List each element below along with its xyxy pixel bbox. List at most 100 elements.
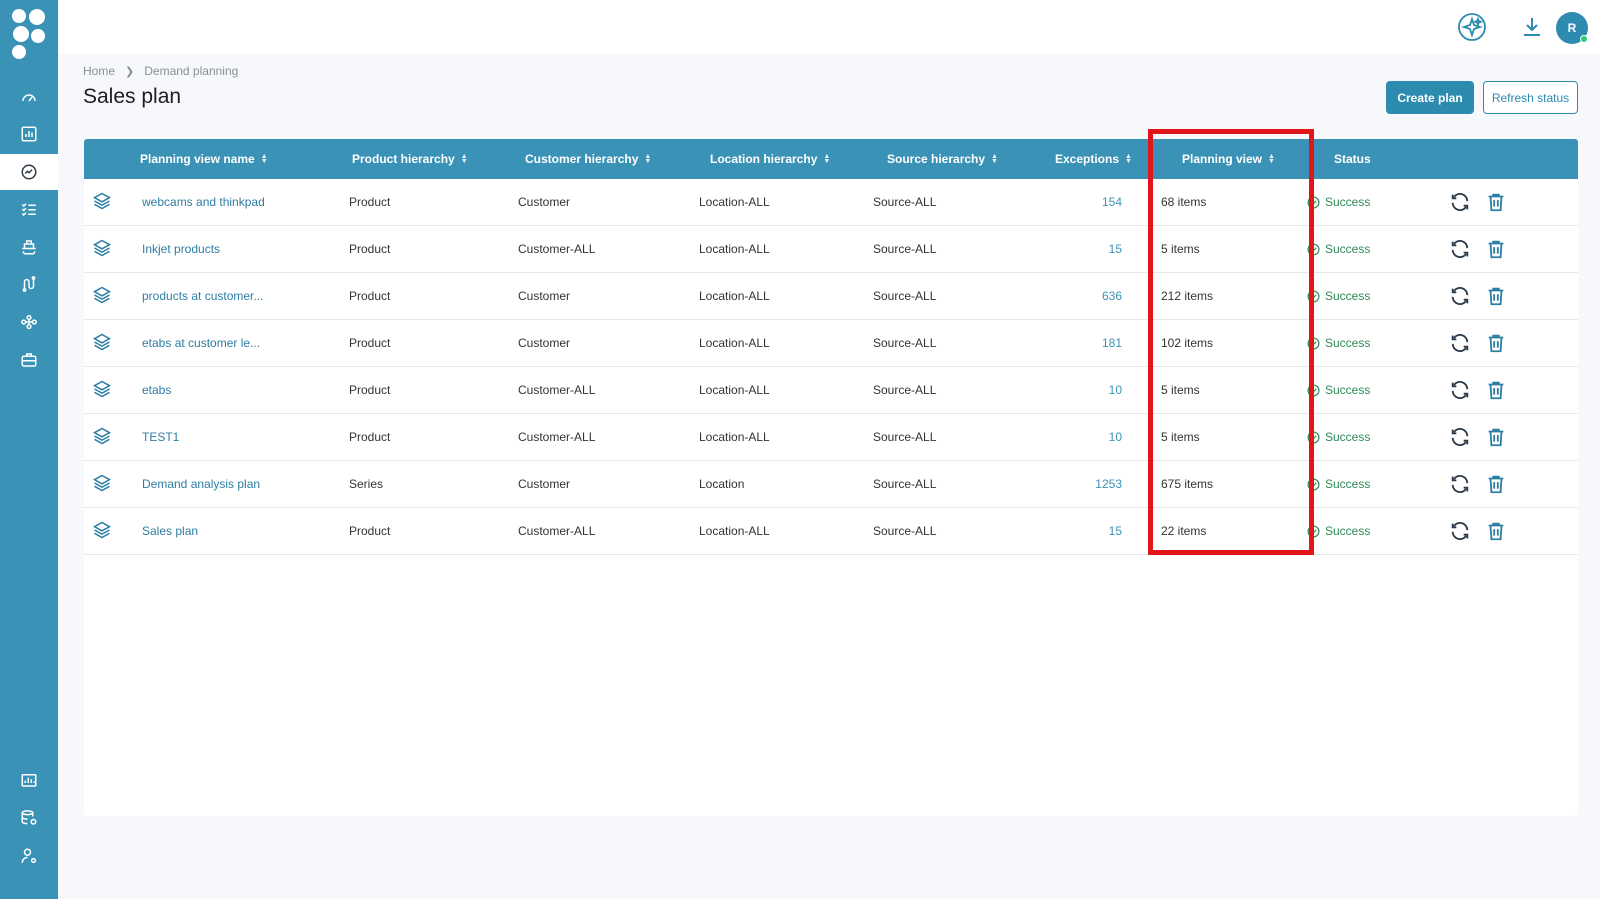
- column-header-planning-view[interactable]: Planning view ▲ ▼: [1182, 139, 1275, 179]
- refresh-icon[interactable]: [1449, 191, 1471, 213]
- exceptions-count-link[interactable]: 181: [1052, 320, 1122, 366]
- sidebar-item-demand-planning[interactable]: [0, 154, 58, 190]
- sidebar-item-user-settings[interactable]: [0, 838, 58, 874]
- ai-assistant-button[interactable]: [1456, 11, 1488, 43]
- planning-view-name-link[interactable]: Demand analysis plan: [142, 461, 260, 507]
- planning-view-name-link[interactable]: TEST1: [142, 414, 179, 460]
- table-row[interactable]: Demand analysis plan Series Customer Locati…: [84, 461, 1578, 508]
- breadcrumb: Home ❯ Demand planning: [83, 64, 238, 78]
- breadcrumb-current[interactable]: Demand planning: [144, 64, 238, 78]
- sidebar-item-network[interactable]: [0, 304, 58, 340]
- refresh-icon[interactable]: [1449, 426, 1471, 448]
- column-header-name[interactable]: Planning view name ▲ ▼: [140, 139, 268, 179]
- sparkle-icon: [1458, 13, 1486, 41]
- product-hierarchy-cell: Product: [349, 336, 391, 350]
- exceptions-count-link[interactable]: 15: [1052, 226, 1122, 272]
- refresh-icon[interactable]: [1449, 520, 1471, 542]
- product-hierarchy-cell: Product: [349, 289, 391, 303]
- trash-icon[interactable]: [1485, 520, 1507, 542]
- location-hierarchy-cell: Location-ALL: [699, 430, 770, 444]
- exceptions-count-link[interactable]: 10: [1052, 414, 1122, 460]
- customer-hierarchy-cell: Customer-ALL: [518, 430, 596, 444]
- customer-hierarchy-cell: Customer: [518, 289, 571, 303]
- trash-icon[interactable]: [1485, 473, 1507, 495]
- refresh-status-button[interactable]: Refresh status: [1483, 81, 1578, 114]
- refresh-icon[interactable]: [1449, 473, 1471, 495]
- trash-icon[interactable]: [1485, 238, 1507, 260]
- trash-icon[interactable]: [1485, 426, 1507, 448]
- exceptions-count-link[interactable]: 154: [1052, 179, 1122, 225]
- source-hierarchy-cell: Source-ALL: [873, 289, 937, 303]
- trash-icon[interactable]: [1485, 191, 1507, 213]
- trash-icon[interactable]: [1485, 332, 1507, 354]
- sort-icon[interactable]: ▲ ▼: [1268, 153, 1275, 165]
- sort-icon[interactable]: ▲ ▼: [644, 153, 651, 165]
- sidebar-item-portfolio[interactable]: [0, 342, 58, 378]
- sidebar-item-dashboard[interactable]: [0, 80, 58, 116]
- column-header-customer[interactable]: Customer hierarchy ▲ ▼: [525, 139, 651, 179]
- top-bar: [58, 0, 1600, 54]
- status-text: Success: [1325, 242, 1371, 256]
- customer-hierarchy-cell: Customer: [518, 336, 571, 350]
- sidebar-item-tasks[interactable]: [0, 191, 58, 227]
- sidebar-item-routes[interactable]: [0, 266, 58, 302]
- product-hierarchy-cell: Series: [349, 477, 384, 491]
- trend-icon: [21, 164, 37, 180]
- location-hierarchy-cell: Location-ALL: [699, 289, 770, 303]
- breadcrumb-home[interactable]: Home: [83, 64, 115, 78]
- table-row[interactable]: etabs Product Customer-ALL Location-ALL Sour…: [84, 367, 1578, 414]
- planning-view-name-link[interactable]: products at customer...: [142, 273, 263, 319]
- refresh-icon[interactable]: [1449, 379, 1471, 401]
- sort-icon[interactable]: ▲ ▼: [823, 153, 830, 165]
- sidebar-item-shipping[interactable]: [0, 229, 58, 265]
- exceptions-count-link[interactable]: 10: [1052, 367, 1122, 413]
- download-button[interactable]: [1516, 11, 1548, 43]
- status-badge: Success: [1307, 320, 1370, 366]
- planning-view-name-link[interactable]: Sales plan: [142, 508, 198, 554]
- customer-hierarchy-cell: Customer-ALL: [518, 383, 596, 397]
- planning-view-items-cell: 68 items: [1161, 195, 1207, 209]
- create-plan-button[interactable]: Create plan: [1386, 81, 1474, 114]
- check-circle-icon: [1307, 477, 1320, 491]
- product-hierarchy-cell: Product: [349, 195, 391, 209]
- table-row[interactable]: Inkjet products Product Customer-ALL Locati…: [84, 226, 1578, 273]
- trash-icon[interactable]: [1485, 285, 1507, 307]
- refresh-icon[interactable]: [1449, 238, 1471, 260]
- sort-icon[interactable]: ▲ ▼: [991, 153, 998, 165]
- planning-view-name-link[interactable]: etabs: [142, 367, 171, 413]
- sort-icon[interactable]: ▲ ▼: [461, 153, 468, 165]
- status-text: Success: [1325, 336, 1371, 350]
- column-header-exceptions[interactable]: Exceptions ▲ ▼: [1055, 139, 1132, 179]
- table-row[interactable]: products at customer... Product Customer Lo…: [84, 273, 1578, 320]
- planning-view-name-link[interactable]: webcams and thinkpad: [142, 179, 265, 225]
- refresh-icon[interactable]: [1449, 285, 1471, 307]
- column-header-product[interactable]: Product hierarchy ▲ ▼: [352, 139, 468, 179]
- exceptions-count-link[interactable]: 636: [1052, 273, 1122, 319]
- product-hierarchy-cell: Product: [349, 383, 391, 397]
- table-row[interactable]: Sales plan Product Customer-ALL Location-AL…: [84, 508, 1578, 555]
- column-header-source[interactable]: Source hierarchy ▲ ▼: [887, 139, 998, 179]
- source-hierarchy-cell: Source-ALL: [873, 195, 937, 209]
- column-header-status: Status: [1334, 139, 1371, 179]
- speedometer-icon: [22, 94, 36, 102]
- trash-icon[interactable]: [1485, 379, 1507, 401]
- sidebar-item-data-settings[interactable]: [0, 800, 58, 836]
- refresh-icon[interactable]: [1449, 332, 1471, 354]
- sidebar-item-analytics[interactable]: [0, 116, 58, 152]
- exceptions-count-link[interactable]: 1253: [1052, 461, 1122, 507]
- sort-icon[interactable]: ▲ ▼: [261, 153, 268, 165]
- user-settings-icon: [21, 848, 37, 864]
- planning-view-name-link[interactable]: Inkjet products: [142, 226, 220, 272]
- table-row[interactable]: etabs at customer le... Product Customer Lo…: [84, 320, 1578, 367]
- sort-icon[interactable]: ▲ ▼: [1125, 153, 1132, 165]
- chevron-right-icon: ❯: [125, 65, 135, 78]
- table-row[interactable]: TEST1 Product Customer-ALL Location-ALL Sour…: [84, 414, 1578, 461]
- app-logo[interactable]: [10, 6, 48, 62]
- sidebar-item-reports[interactable]: [0, 762, 58, 798]
- layers-icon: [92, 333, 112, 351]
- table-row[interactable]: webcams and thinkpad Product Customer Locat…: [84, 179, 1578, 226]
- planning-view-name-link[interactable]: etabs at customer le...: [142, 320, 260, 366]
- product-hierarchy-cell: Product: [349, 524, 391, 538]
- column-header-location[interactable]: Location hierarchy ▲ ▼: [710, 139, 830, 179]
- exceptions-count-link[interactable]: 15: [1052, 508, 1122, 554]
